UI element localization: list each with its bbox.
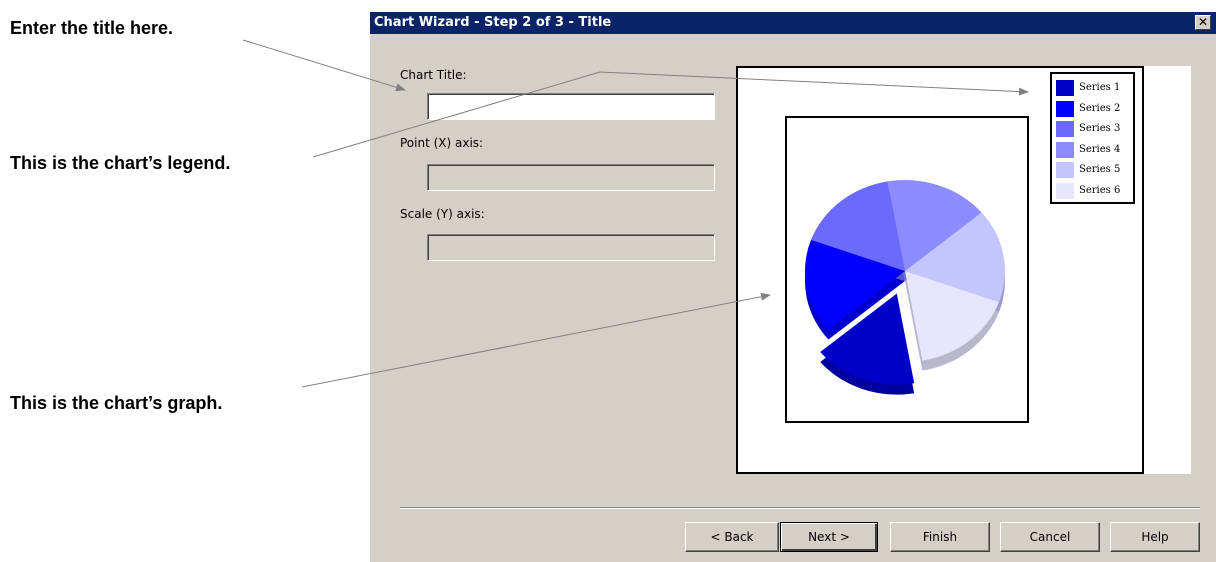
legend-label: Series 4 [1079,143,1121,155]
cancel-button[interactable]: Cancel [1000,522,1100,552]
legend-item: Series 5 [1052,160,1133,181]
legend-swatch [1056,80,1074,96]
chart-title-input[interactable] [427,93,715,120]
back-button[interactable]: < Back [685,522,779,552]
chart-wizard-dialog: Chart Wizard - Step 2 of 3 - Title ✕ Cha… [370,12,1216,562]
legend-label: Series 1 [1079,82,1121,93]
x-axis-input[interactable] [427,164,715,191]
legend-item: Series 1 [1052,78,1133,99]
legend-item: Series 2 [1052,99,1133,120]
legend-swatch [1056,100,1074,117]
chart-title-label: Chart Title: [400,68,467,82]
callout-title: Enter the title here. [10,18,174,38]
legend-swatch [1056,182,1074,199]
legend-item: Series 3 [1052,119,1133,140]
chart-legend: Series 1 Series 2 Series 3 Series 4 Series 5… [1050,72,1135,204]
next-button[interactable]: Next > [780,522,878,552]
dialog-title: Chart Wizard - Step 2 of 3 - Title [374,15,612,30]
legend-label: Series 3 [1079,123,1121,134]
finish-button[interactable]: Finish [890,522,990,552]
y-axis-label: Scale (Y) axis: [400,207,485,221]
legend-label: Series 2 [1079,102,1121,114]
title-bar[interactable]: Chart Wizard - Step 2 of 3 - Title ✕ [370,12,1216,34]
help-button[interactable]: Help [1110,522,1200,552]
legend-swatch [1056,162,1074,178]
x-axis-label: Point (X) axis: [400,136,484,150]
y-axis-input[interactable] [427,234,715,261]
legend-label: Series 6 [1079,184,1121,196]
legend-item: Series 6 [1052,181,1133,202]
legend-swatch [1056,121,1074,137]
chart-preview: Series 1 Series 2 Series 3 Series 4 Series 5… [736,66,1191,474]
close-icon[interactable]: ✕ [1195,15,1211,30]
legend-swatch [1056,141,1074,158]
callout-graph: This is the chart’s graph. [10,393,223,413]
legend-label: Series 5 [1079,164,1121,175]
separator [400,507,1200,509]
callout-legend: This is the chart’s legend. [10,153,231,173]
legend-item: Series 4 [1052,140,1133,161]
